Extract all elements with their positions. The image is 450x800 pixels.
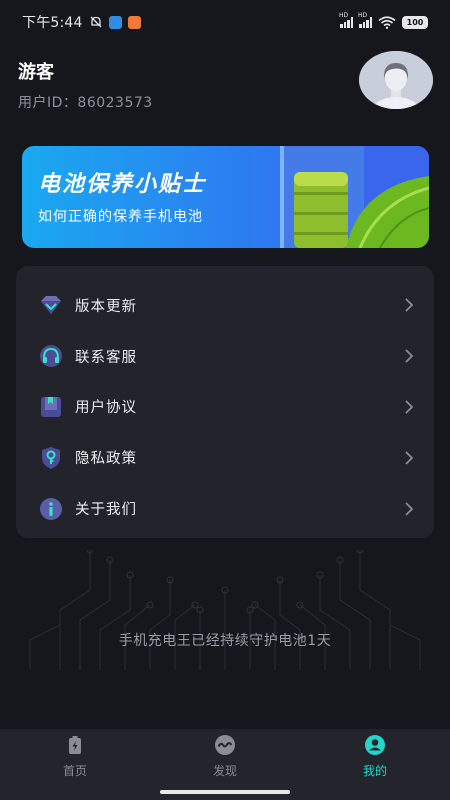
menu-label: 版本更新: [75, 298, 137, 315]
notification-app-icon: [127, 15, 141, 29]
status-bar: 下午5:44 HD HD 100: [0, 0, 450, 44]
signal-icon: HD: [358, 12, 372, 28]
status-left: 下午5:44: [22, 12, 141, 32]
book-icon: [38, 394, 64, 420]
person-circle-icon: [365, 735, 385, 755]
shield-key-icon: [38, 445, 64, 471]
chevron-right-icon: [405, 501, 414, 516]
diamond-icon: [38, 292, 64, 318]
menu-label: 联系客服: [75, 349, 137, 366]
battery-guard-days-text: 手机充电王已经持续守护电池1天: [118, 633, 332, 649]
signal-icon: HD: [339, 12, 353, 28]
mute-bell-icon: [90, 16, 102, 28]
menu-item-version-update[interactable]: 版本更新: [16, 280, 434, 331]
chevron-right-icon: [405, 451, 414, 465]
nav-label: 发现: [212, 764, 237, 778]
chevron-right-icon: [405, 400, 414, 414]
battery-tips-banner[interactable]: 电池保养小贴士 如何正确的保养手机电池: [22, 146, 429, 248]
battery-icon: 100: [402, 15, 428, 29]
avatar[interactable]: [359, 51, 433, 109]
wifi-icon: [378, 15, 396, 29]
menu-label: 隐私政策: [75, 451, 137, 468]
status-right: HD HD 100: [339, 12, 428, 29]
nav-label: 我的: [362, 764, 387, 778]
chevron-right-icon: [405, 349, 414, 363]
menu-item-privacy-policy[interactable]: 隐私政策: [16, 432, 434, 483]
nav-item-home[interactable]: 首页: [0, 729, 150, 800]
notification-app-icon: [108, 15, 122, 29]
headset-icon: [38, 343, 64, 369]
banner-title: 电池保养小贴士: [38, 172, 207, 197]
profile-info: 游客 用户ID：86023573: [18, 58, 153, 112]
menu-item-contact-support[interactable]: 联系客服: [16, 331, 434, 382]
avatar-person-icon: [359, 51, 433, 109]
nav-item-mine[interactable]: 我的: [300, 729, 450, 800]
chevron-right-icon: [405, 298, 414, 313]
signal-hd-label: HD: [358, 12, 368, 19]
home-indicator[interactable]: [160, 790, 290, 794]
banner-subtitle: 如何正确的保养手机电池: [38, 209, 203, 225]
profile-name: 游客: [18, 62, 54, 83]
info-icon: [38, 496, 64, 522]
battery-charge-icon: [69, 736, 81, 754]
battery-leaf-illustration: [280, 146, 429, 248]
nav-label: 首页: [62, 764, 87, 778]
circuit-background-decoration: [29, 550, 421, 670]
status-time: 下午5:44: [22, 15, 83, 31]
wave-circle-icon: [215, 735, 235, 755]
menu-item-user-agreement[interactable]: 用户协议: [16, 382, 434, 433]
menu-item-about-us[interactable]: 关于我们: [16, 483, 434, 534]
menu-label: 用户协议: [75, 400, 137, 417]
menu-card: 版本更新 联系客服 用户协议 隐私政策 关于我们: [16, 266, 434, 538]
menu-label: 关于我们: [75, 502, 137, 519]
signal-hd-label: HD: [339, 12, 349, 19]
profile-user-id: 用户ID：86023573: [18, 95, 153, 111]
